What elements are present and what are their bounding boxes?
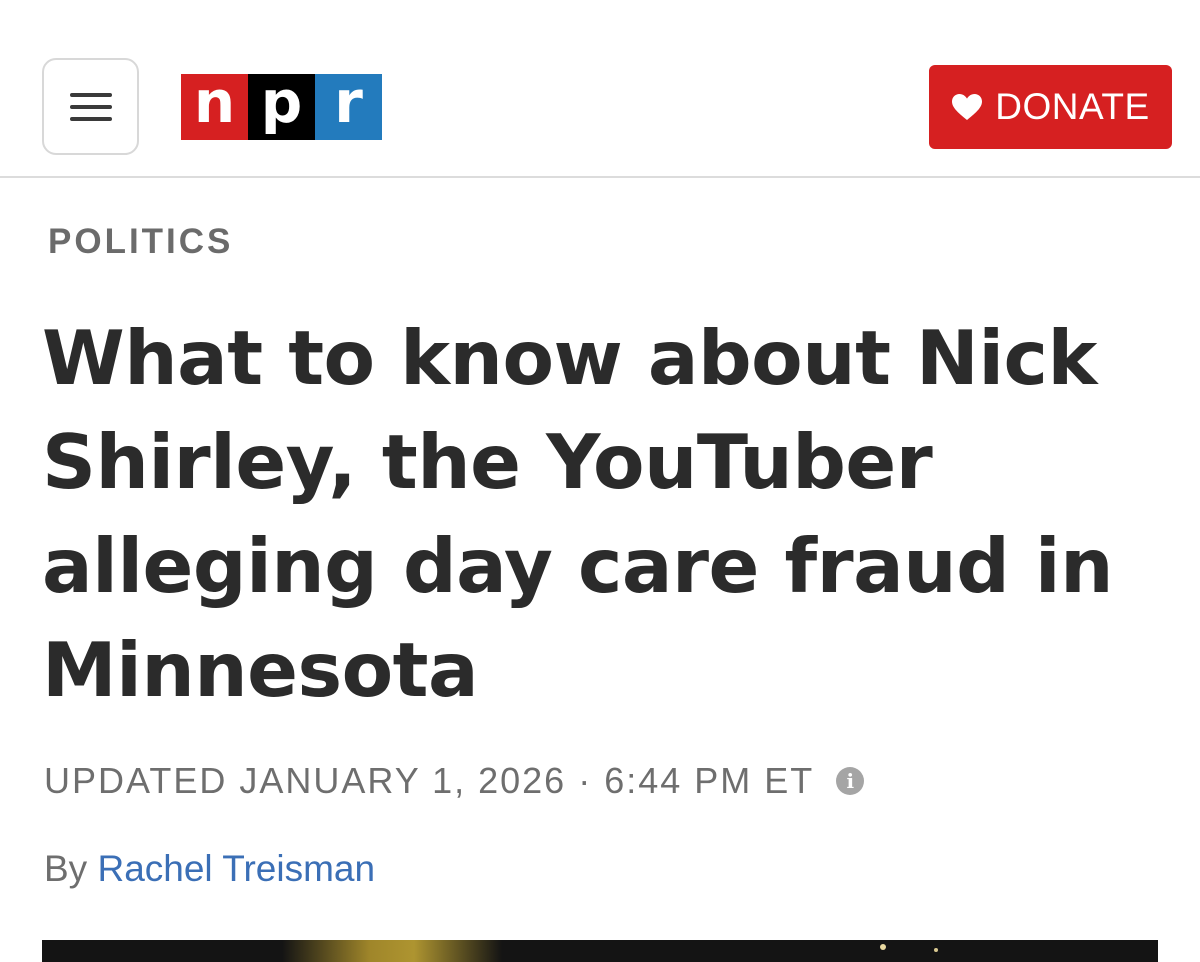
dateline-separator: · [578,760,593,801]
heart-icon [951,93,983,121]
byline-prefix: By [44,848,88,889]
npr-logo[interactable]: n p r [181,73,382,140]
hero-image [42,940,1158,962]
donate-button[interactable]: DONATE [929,65,1172,149]
menu-icon-bar [69,92,112,97]
author-link[interactable]: Rachel Treisman [97,848,375,889]
info-icon[interactable]: i [836,767,865,795]
updated-date: UPDATED JANUARY 1, 2026 [44,760,567,801]
site-header: n p r DONATE [0,0,1200,178]
logo-letter-p: p [248,73,315,140]
menu-icon-bar [69,104,112,109]
menu-icon-bar [69,116,112,121]
section-link-politics[interactable]: POLITICS [48,222,233,262]
hero-image-highlight [282,940,502,962]
logo-letter-n: n [181,73,248,140]
article-dateline: UPDATED JANUARY 1, 2026 · 6:44 PM ET i [44,760,865,802]
hero-image-light [880,944,886,950]
logo-letter-r: r [315,73,382,140]
hero-image-light [934,948,938,952]
donate-label: DONATE [995,86,1150,127]
article-headline: What to know about Nick Shirley, the You… [42,314,1114,714]
article-byline: By Rachel Treisman [44,848,375,890]
updated-time: 6:44 PM ET [604,760,815,801]
menu-button[interactable] [42,58,139,155]
